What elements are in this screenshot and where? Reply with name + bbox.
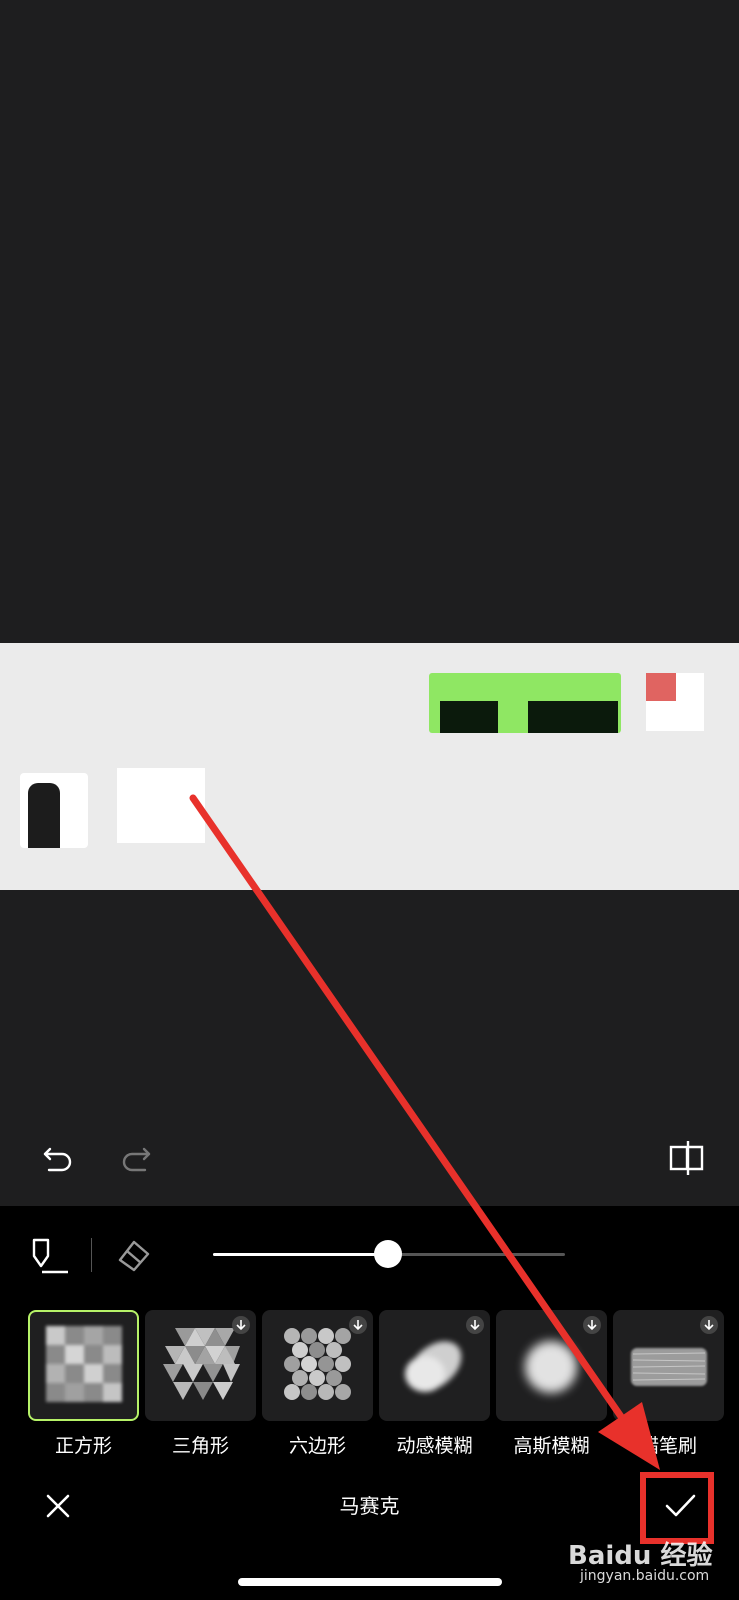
watermark-url: jingyan.baidu.com xyxy=(580,1568,710,1584)
watermark-logo: Baidu 经验 xyxy=(568,1541,713,1571)
home-indicator[interactable] xyxy=(238,1578,502,1586)
annotation-arrow xyxy=(189,794,660,1470)
